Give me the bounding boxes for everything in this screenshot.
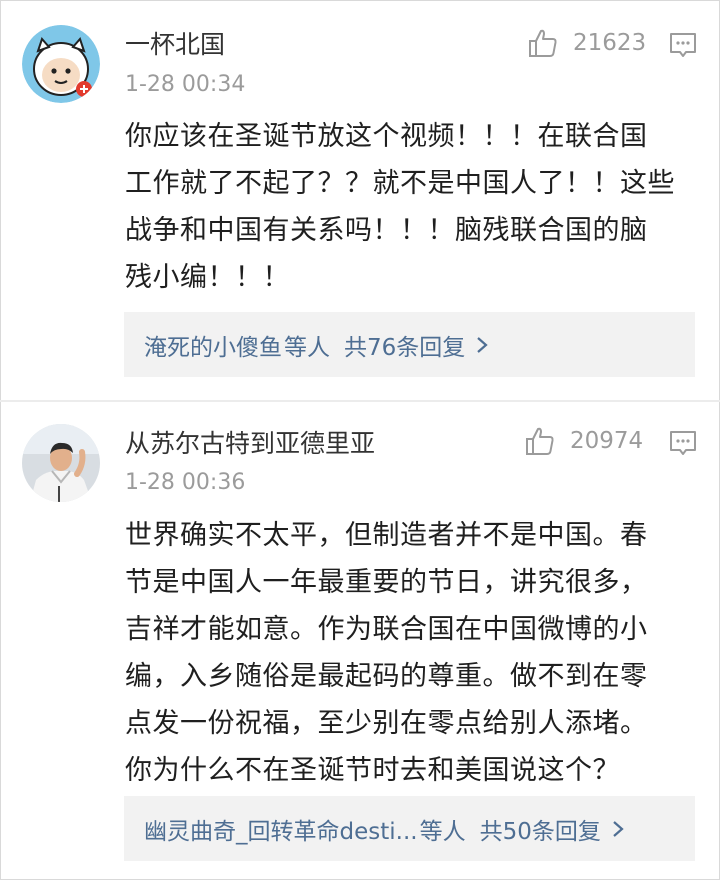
comment-line: 你应该在圣诞节放这个视频！！！在联合国 [125, 121, 648, 152]
reply-deng-label: 等人 [419, 818, 466, 845]
chevron-right-icon [477, 336, 488, 353]
comment-line: 世界确实不太平，但制造者并不是中国。春 [125, 520, 648, 551]
avatar[interactable] [22, 25, 100, 103]
reply-count[interactable]: 共50条回复 [480, 812, 601, 846]
reply-count[interactable]: 共76条回复 [344, 328, 465, 362]
comment-body: 你应该在圣诞节放这个视频！！！在联合国 工作就了不起了？？就不是中国人了！！这些… [125, 113, 685, 301]
comment-time: 1-28 00:34 [125, 72, 246, 97]
comment-line: 你为什么不在圣诞节时去和美国说这个？ [125, 755, 620, 786]
comment-line: 编，入乡随俗是最起码的尊重。做不到在零 [125, 661, 648, 692]
reply-user-names[interactable]: 幽灵曲奇_回转革命desti... [144, 812, 418, 846]
like-count: 21623 [573, 30, 647, 56]
comment-time: 1-28 00:36 [125, 470, 246, 495]
comment-line: 残小编！！！ [125, 262, 290, 293]
comment-line: 工作就了不起了？？就不是中国人了！！这些 [125, 168, 675, 199]
like-button[interactable]: 20974 [524, 425, 643, 457]
comment-body: 世界确实不太平，但制造者并不是中国。春 节是中国人一年最重要的节日，讲究很多， … [125, 512, 685, 794]
comment-line: 战争和中国有关系吗！！！脑残联合国的脑 [125, 215, 648, 246]
like-button[interactable]: 21623 [527, 27, 646, 59]
thumbs-up-icon [529, 29, 557, 57]
comment-item: 从苏尔古特到亚德里亚 1-28 00:36 20974 世界确实不太平，但制造者… [0, 402, 720, 880]
replies-summary[interactable]: 幽灵曲奇_回转革命desti... 等人 共50条回复 [124, 796, 695, 861]
username[interactable]: 从苏尔古特到亚德里亚 [125, 429, 375, 459]
avatar[interactable] [22, 424, 100, 502]
like-count: 20974 [570, 428, 644, 454]
comment-line: 吉祥才能如意。作为联合国在中国微博的小 [125, 614, 648, 645]
reply-deng-label: 等人 [284, 334, 330, 361]
replies-summary[interactable]: 淹死的小傻鱼 等人 共76条回复 [124, 312, 695, 377]
comment-line: 节是中国人一年最重要的节日，讲究很多， [125, 567, 648, 598]
comment-reply-icon[interactable] [668, 30, 698, 60]
reply-user-names[interactable]: 淹死的小傻鱼 [144, 328, 282, 362]
chevron-right-icon [613, 820, 624, 837]
comment-reply-icon[interactable] [668, 428, 698, 458]
comment-line: 点发一份祝福，至少别在零点给别人添堵。 [125, 708, 648, 739]
thumbs-up-icon [526, 427, 554, 455]
comment-item: 一杯北国 1-28 00:34 21623 你应该在圣诞节放这个视频！！！在联合… [0, 0, 720, 400]
username[interactable]: 一杯北国 [125, 30, 225, 60]
